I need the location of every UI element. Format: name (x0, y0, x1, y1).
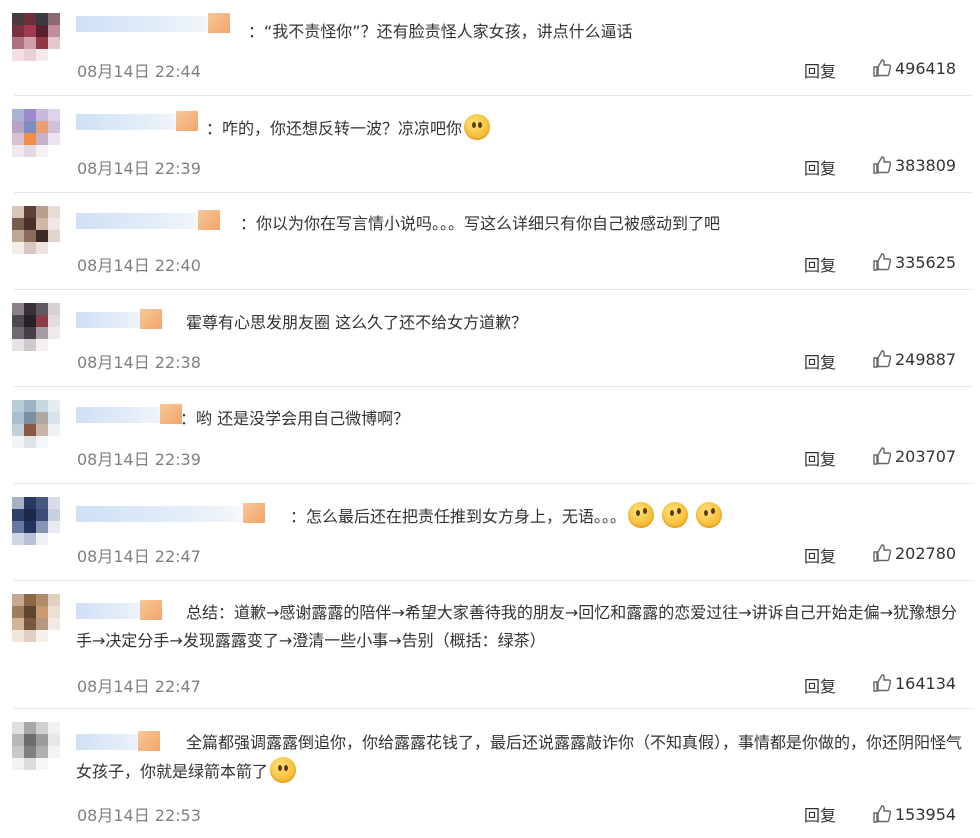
avatar[interactable] (12, 594, 60, 642)
like-button[interactable]: 203707 (872, 446, 956, 466)
thumbs-up-icon (873, 447, 892, 465)
comment-time: 08月14日 22:53 (77, 806, 201, 825)
comment-item: ：哟 还是没学会用自己微博啊？ 08月14日 22:39 回复 203707 (0, 387, 980, 484)
smile-emoji (464, 114, 491, 140)
reply-button[interactable]: 回复 (804, 58, 836, 82)
like-button[interactable]: 153954 (872, 804, 956, 824)
reply-button[interactable]: 回复 (804, 446, 836, 470)
comment-text: ：哟 还是没学会用自己微博啊？ (180, 409, 410, 428)
thumbs-up-icon (873, 59, 892, 77)
thumbs-up-icon (873, 350, 892, 368)
avatar[interactable] (12, 497, 60, 545)
username-blurred[interactable] (76, 309, 162, 329)
comment-text: ：怎么最后还在把责任推到女方身上，无语。。。 (290, 502, 968, 531)
reply-button[interactable]: 回复 (804, 673, 836, 697)
comment-text: ：你以为你在写言情小说吗。。。写这么详细只有你自己被感动到了吧 (240, 214, 721, 233)
like-count: 203707 (895, 446, 957, 466)
like-count: 164134 (895, 673, 957, 693)
reply-button[interactable]: 回复 (804, 543, 836, 567)
avatar[interactable] (12, 109, 60, 157)
comment-list: ：“我不责怪你”？还有脸责怪人家女孩，讲点什么逼话 08月14日 22:44 回… (0, 0, 980, 838)
avatar[interactable] (12, 206, 60, 254)
username-blurred[interactable] (76, 111, 198, 131)
sweat-emoji (628, 502, 655, 528)
thumbs-up-icon (873, 156, 892, 174)
comment-text: 总结：道歉→感谢露露的陪伴→希望大家善待我的朋友→回忆和露露的恋爱过往→讲诉自己… (76, 603, 958, 650)
comment-time: 08月14日 22:40 (77, 256, 201, 275)
comment-time: 08月14日 22:38 (77, 353, 201, 372)
comment-time: 08月14日 22:44 (77, 62, 201, 81)
like-count: 496418 (895, 58, 957, 78)
like-button[interactable]: 383809 (872, 155, 956, 175)
reply-button[interactable]: 回复 (804, 252, 836, 276)
avatar[interactable] (12, 303, 60, 351)
thumbs-up-icon (873, 544, 892, 562)
like-count: 202780 (895, 543, 957, 563)
like-count: 249887 (895, 349, 957, 369)
thumbs-up-icon (873, 805, 892, 823)
like-button[interactable]: 249887 (872, 349, 956, 369)
comment-item: ：你以为你在写言情小说吗。。。写这么详细只有你自己被感动到了吧 08月14日 2… (0, 193, 980, 290)
comment-item: ：咋的，你还想反转一波？凉凉吧你 08月14日 22:39 回复 383809 (0, 96, 980, 193)
thumbs-up-icon (873, 674, 892, 692)
comment-item: 全篇都强调露露倒追你，你给露露花钱了，最后还说露露敲诈你（不知真假），事情都是你… (0, 709, 980, 838)
reply-button[interactable]: 回复 (804, 155, 836, 179)
comment-time: 08月14日 22:39 (77, 450, 201, 469)
comment-text: 全篇都强调露露倒追你，你给露露花钱了，最后还说露露敲诈你（不知真假），事情都是你… (76, 733, 963, 783)
comment-text: 霍尊有心思发朋友圈 这么久了还不给女方道歉？ (186, 313, 528, 332)
like-button[interactable]: 335625 (872, 252, 956, 272)
comment-item: ：“我不责怪你”？还有脸责怪人家女孩，讲点什么逼话 08月14日 22:44 回… (0, 0, 980, 96)
comment-time: 08月14日 22:39 (77, 159, 201, 178)
username-blurred[interactable] (76, 210, 220, 230)
like-count: 335625 (895, 252, 957, 272)
username-blurred[interactable] (76, 13, 230, 33)
like-button[interactable]: 202780 (872, 543, 956, 563)
thumbs-up-icon (873, 253, 892, 271)
comment-text: ：“我不责怪你”？还有脸责怪人家女孩，讲点什么逼话 (248, 22, 633, 41)
username-blurred[interactable] (76, 503, 265, 523)
comment-item: 霍尊有心思发朋友圈 这么久了还不给女方道歉？ 08月14日 22:38 回复 2… (0, 290, 980, 387)
reply-button[interactable]: 回复 (804, 802, 836, 826)
comment-time: 08月14日 22:47 (77, 547, 201, 566)
like-button[interactable]: 164134 (872, 673, 956, 693)
comment-text: ：咋的，你还想反转一波？凉凉吧你 (206, 114, 968, 143)
like-count: 153954 (895, 804, 957, 824)
like-count: 383809 (895, 155, 957, 175)
blush-emoji (270, 757, 297, 783)
avatar[interactable] (12, 400, 60, 448)
comment-item: 总结：道歉→感谢露露的陪伴→希望大家善待我的朋友→回忆和露露的恋爱过往→讲诉自己… (0, 581, 980, 709)
like-button[interactable]: 496418 (872, 58, 956, 78)
username-blurred[interactable] (76, 404, 182, 424)
comment-time: 08月14日 22:47 (77, 677, 201, 696)
sweat-emoji (696, 502, 723, 528)
avatar[interactable] (12, 722, 60, 770)
avatar[interactable] (12, 13, 60, 61)
reply-button[interactable]: 回复 (804, 349, 836, 373)
sweat-emoji (662, 502, 689, 528)
comment-item: ：怎么最后还在把责任推到女方身上，无语。。。 08月14日 22:47 回复 2… (0, 484, 980, 581)
